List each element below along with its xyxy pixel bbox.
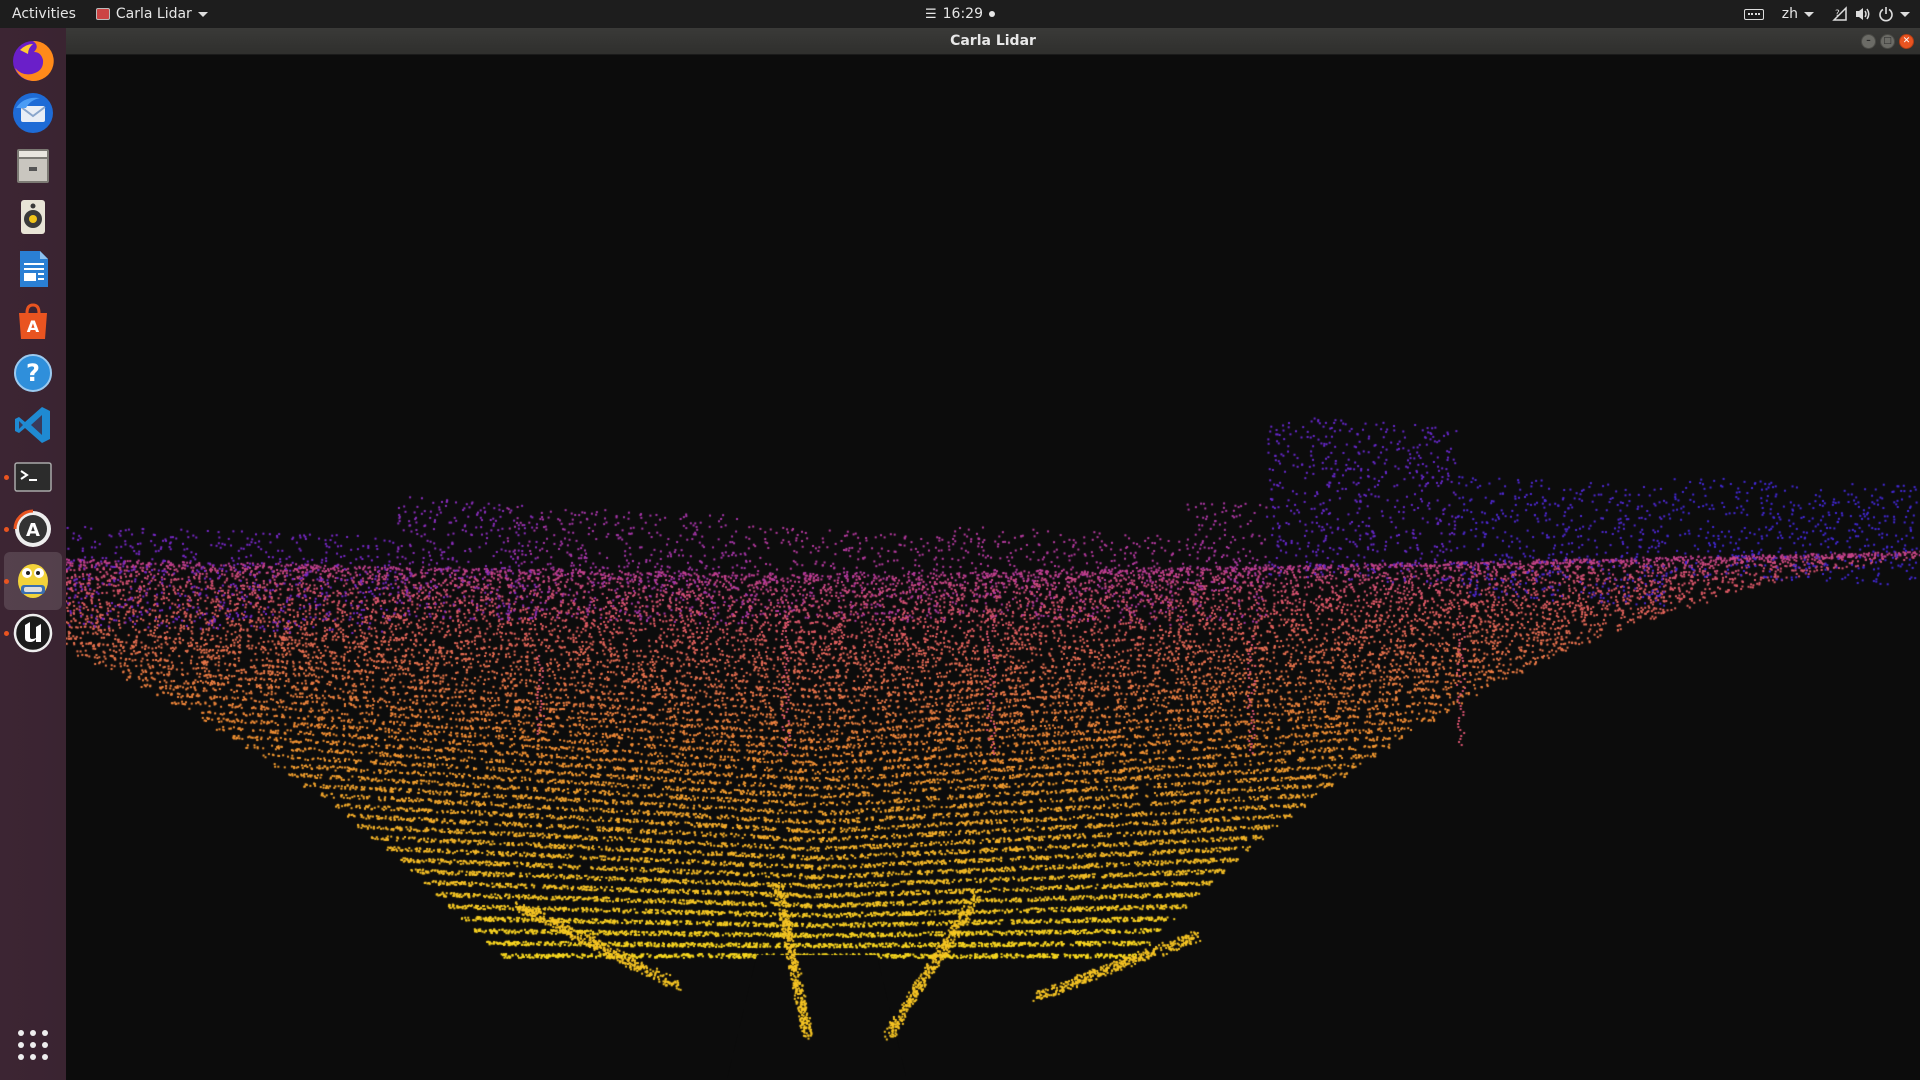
dock-files[interactable] [4, 136, 62, 194]
minimize-icon: – [1866, 36, 1871, 46]
system-tray: zh ? [1743, 0, 1910, 28]
dock-ubuntu-software[interactable]: A [4, 292, 62, 350]
minimize-button[interactable]: – [1861, 34, 1876, 49]
maximize-icon: □ [1883, 36, 1892, 46]
activities-button[interactable]: Activities [0, 0, 88, 28]
ubuntu-software-icon: A [19, 303, 47, 339]
show-applications-button[interactable] [4, 1016, 62, 1074]
close-icon: ✕ [1902, 36, 1911, 46]
maximize-button[interactable]: □ [1880, 34, 1895, 49]
dock-libreoffice-writer[interactable] [4, 240, 62, 298]
lidar-viewer[interactable] [66, 55, 1920, 1080]
thunderbird-icon [13, 93, 53, 133]
lidar-point-cloud[interactable] [66, 55, 1920, 1080]
running-indicator [4, 579, 9, 584]
dock-thunderbird[interactable] [4, 84, 62, 142]
svg-text:?: ? [26, 359, 40, 387]
chevron-down-icon [1804, 11, 1814, 17]
input-language-button[interactable]: zh [1782, 6, 1814, 22]
rhythmbox-icon [21, 200, 45, 234]
dock: A ? A [0, 28, 66, 1080]
running-indicator [4, 475, 9, 480]
vscode-icon [15, 407, 50, 443]
software-updater-icon: A [13, 509, 51, 547]
chevron-down-icon [197, 11, 208, 17]
dock-software-updater[interactable]: A [4, 500, 62, 558]
files-icon [17, 149, 49, 183]
libreoffice-writer-icon [20, 251, 48, 287]
dock-firefox[interactable] [4, 32, 62, 90]
app-menu-label: Carla Lidar [115, 6, 192, 22]
dock-help[interactable]: ? [4, 344, 62, 402]
input-language-label: zh [1781, 6, 1798, 22]
dock-python-app[interactable] [4, 552, 62, 610]
app-grid-icon [18, 1030, 48, 1060]
chevron-down-icon [1900, 11, 1910, 17]
svg-text:A: A [26, 520, 40, 541]
unreal-engine-icon [13, 613, 53, 653]
dock-unreal-engine[interactable] [4, 604, 62, 662]
window-title: Carla Lidar [950, 33, 1036, 49]
firefox-icon [13, 40, 54, 81]
python-app-icon [18, 564, 48, 598]
system-status-menu[interactable]: ? [1832, 6, 1910, 22]
top-bar: Activities Carla Lidar ☰ 16:29 zh ? [0, 0, 1920, 28]
running-indicator [4, 631, 9, 636]
app-menu[interactable]: Carla Lidar [95, 6, 208, 22]
window-controls: – □ ✕ [1861, 34, 1914, 49]
window-titlebar[interactable]: Carla Lidar – □ ✕ [66, 28, 1920, 55]
close-button[interactable]: ✕ [1899, 34, 1914, 49]
notification-dot-icon [989, 11, 996, 17]
svg-text:A: A [27, 317, 40, 336]
keyboard-tray-button[interactable] [1743, 8, 1764, 20]
running-indicator [4, 527, 9, 532]
network-icon: ? [1832, 6, 1847, 21]
app-menu-icon [95, 8, 110, 20]
volume-icon [1856, 8, 1870, 20]
dock-rhythmbox[interactable] [4, 188, 62, 246]
svg-text:?: ? [1835, 9, 1840, 19]
keyboard-icon [1743, 8, 1764, 20]
notification-list-icon: ☰ [924, 6, 937, 22]
dock-terminal[interactable] [4, 448, 62, 506]
terminal-icon [14, 462, 52, 492]
power-icon [1879, 7, 1893, 22]
clock-button[interactable]: ☰ 16:29 [924, 6, 996, 22]
help-icon: ? [14, 354, 52, 392]
dock-vscode[interactable] [4, 396, 62, 454]
clock-time: 16:29 [942, 6, 984, 22]
